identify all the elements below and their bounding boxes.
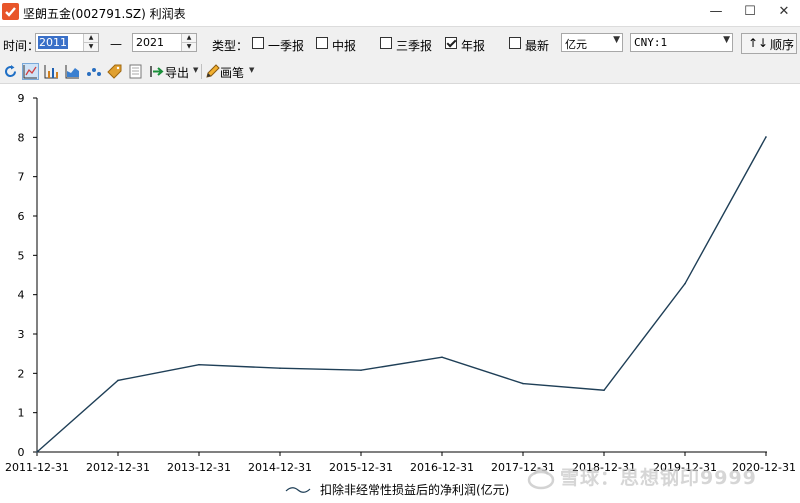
up-arrow-icon[interactable]: ▲	[84, 34, 98, 43]
watermark: 雪球：思想钢印9999	[520, 461, 780, 495]
annual-label: 年报	[461, 39, 486, 53]
chevron-down-icon: ▼	[723, 35, 730, 45]
snowball-logo-icon	[527, 468, 555, 490]
midyear-label: 中报	[332, 39, 357, 53]
export-dropdown-icon[interactable]: ▼	[193, 66, 198, 74]
minimize-button[interactable]: —	[704, 2, 728, 22]
y-tick-label: 2	[18, 367, 25, 380]
range-dash: —	[110, 37, 122, 51]
unit-select[interactable]: 亿元 ▼	[561, 33, 623, 52]
toolbar-separator	[201, 64, 202, 79]
data-point	[36, 451, 38, 453]
sort-order-button[interactable]: ↑↓ 顺序	[741, 33, 797, 54]
end-year-value: 2021	[136, 36, 164, 49]
end-year-stepper[interactable]: ▲ ▼	[181, 34, 196, 51]
up-arrow-icon[interactable]: ▲	[182, 34, 196, 43]
x-tick-label: 2011-12-31	[5, 461, 69, 474]
midyear-checkbox[interactable]	[316, 37, 328, 49]
data-point	[603, 389, 605, 392]
data-point	[684, 282, 686, 285]
latest-checkbox[interactable]	[509, 37, 521, 49]
chevron-down-icon: ▼	[613, 35, 620, 45]
watermark-text: 雪球：思想钢印9999	[560, 467, 757, 489]
x-tick-label: 2016-12-31	[410, 461, 474, 474]
line-chart-icon	[23, 65, 37, 79]
app-check-icon	[2, 3, 19, 20]
data-point	[279, 367, 281, 370]
x-tick-label: 2012-12-31	[86, 461, 150, 474]
time-label: 时间：	[3, 39, 40, 53]
data-point	[117, 379, 119, 382]
end-year-input[interactable]: 2021 ▲ ▼	[132, 33, 197, 52]
x-tick-label: 2014-12-31	[248, 461, 312, 474]
data-point	[441, 356, 443, 359]
unit-value: 亿元	[565, 38, 587, 51]
pen-dropdown-icon[interactable]: ▼	[249, 66, 254, 74]
refresh-icon[interactable]	[2, 63, 19, 80]
filter-toolbar: 时间： 2011 ▲ ▼ — 2021 ▲ ▼ 类型： 一季报 中报 三季报 年报 …	[0, 27, 800, 61]
close-button[interactable]: ✕	[772, 2, 796, 22]
currency-select[interactable]: CNY:1 ▼	[630, 33, 733, 52]
data-point	[198, 363, 200, 366]
y-tick-label: 3	[18, 328, 25, 341]
data-point	[522, 382, 524, 385]
maximize-button[interactable]: ☐	[738, 2, 762, 22]
q3-checkbox[interactable]	[380, 37, 392, 49]
tag-icon[interactable]	[106, 63, 123, 80]
y-tick-label: 5	[18, 249, 25, 262]
export-label[interactable]: 导出	[165, 64, 189, 81]
data-point	[360, 369, 362, 371]
line-chart-mode-button[interactable]	[22, 63, 39, 80]
x-tick-label: 2015-12-31	[329, 461, 393, 474]
legend-line-swatch	[285, 487, 311, 493]
chart-toolbar: 导出 ▼ 画笔 ▼	[0, 60, 800, 84]
data-point	[765, 136, 767, 138]
area-chart-icon[interactable]	[64, 63, 81, 80]
y-tick-label: 1	[18, 407, 25, 420]
y-tick-label: 6	[18, 210, 25, 223]
down-arrow-icon[interactable]: ▼	[84, 43, 98, 51]
start-year-stepper[interactable]: ▲ ▼	[83, 34, 98, 51]
sort-label: 顺序	[770, 38, 795, 52]
scatter-chart-icon[interactable]	[85, 63, 102, 80]
currency-value: CNY:1	[634, 36, 668, 49]
y-tick-label: 9	[18, 92, 25, 105]
start-year-value: 2011	[38, 36, 68, 49]
export-arrow-icon[interactable]	[148, 63, 165, 80]
series-line-net-profit	[36, 136, 767, 453]
type-label: 类型：	[212, 39, 249, 53]
x-tick-label: 2013-12-31	[167, 461, 231, 474]
pen-label[interactable]: 画笔	[220, 64, 244, 81]
profit-line-chart: 0 1 2 3 4 5 6 7 8 9 2011-12-31 2012-12-31 2013-12-31…	[5, 92, 796, 497]
q3-label: 三季报	[396, 39, 433, 53]
chart-legend: 扣除非经常性损益后的净利润(亿元)	[285, 482, 509, 497]
pen-icon[interactable]	[204, 63, 221, 80]
bar-chart-icon[interactable]	[43, 63, 60, 80]
y-tick-label: 0	[18, 446, 25, 459]
title-bar: 坚朗五金(002791.SZ) 利润表 — ☐ ✕	[0, 0, 800, 27]
y-tick-label: 4	[18, 289, 25, 302]
q1-label: 一季报	[268, 39, 305, 53]
legend-label: 扣除非经常性损益后的净利润(亿元)	[320, 482, 509, 497]
latest-label: 最新	[525, 39, 550, 53]
q1-checkbox[interactable]	[252, 37, 264, 49]
window-title: 坚朗五金(002791.SZ) 利润表	[23, 7, 186, 21]
down-arrow-icon[interactable]: ▼	[182, 43, 196, 51]
sort-arrows-icon: ↑↓	[748, 36, 769, 50]
table-view-icon[interactable]	[127, 63, 144, 80]
y-tick-label: 7	[18, 171, 25, 184]
annual-checkbox[interactable]	[445, 37, 457, 49]
start-year-input[interactable]: 2011 ▲ ▼	[35, 33, 99, 52]
y-tick-label: 8	[18, 131, 25, 144]
